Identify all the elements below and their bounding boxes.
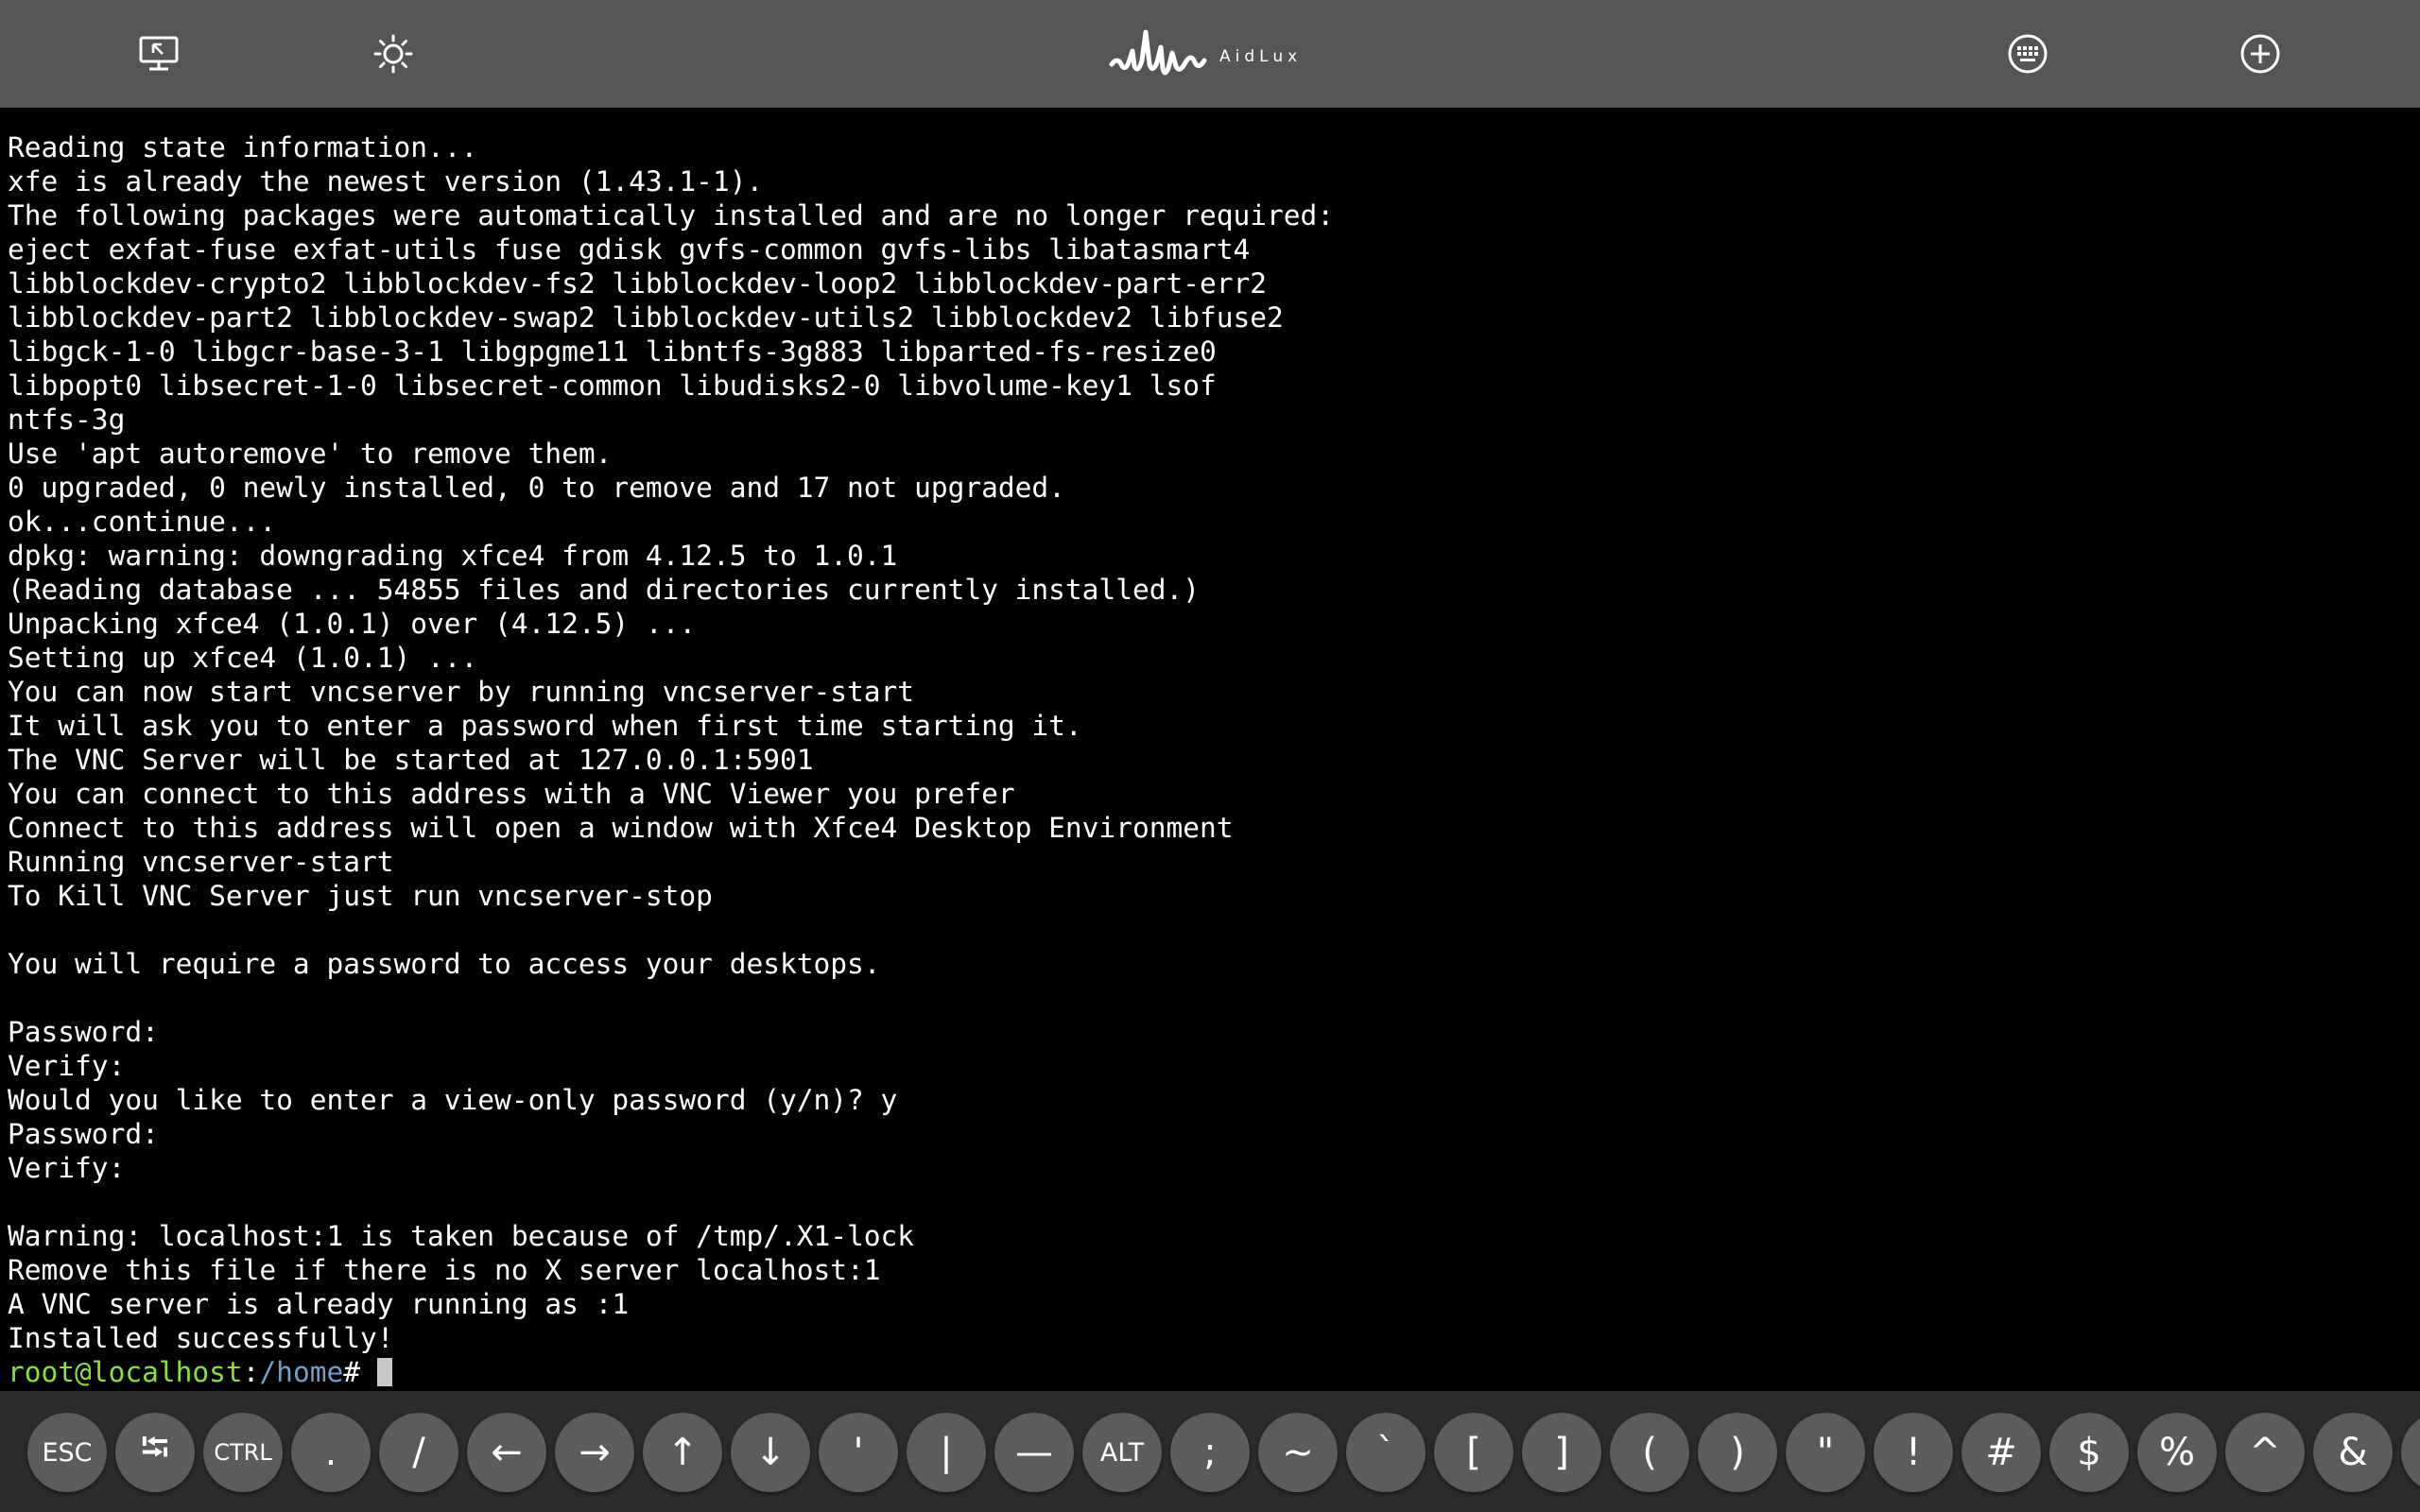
terminal-line: A VNC server is already running as :1 bbox=[8, 1288, 630, 1320]
terminal-line: Installed successfully! bbox=[8, 1322, 394, 1354]
terminal-line: To Kill VNC Server just run vncserver-st… bbox=[8, 880, 713, 912]
terminal-line: Verify: bbox=[8, 1050, 126, 1082]
key-left-bracket[interactable]: [ bbox=[1434, 1413, 1513, 1492]
terminal-line: You can connect to this address with a V… bbox=[8, 778, 1015, 810]
prompt-symbol: # bbox=[343, 1356, 360, 1388]
key-up-arrow[interactable]: ↑ bbox=[643, 1413, 722, 1492]
terminal-line: ntfs-3g bbox=[8, 404, 126, 436]
key-alt[interactable]: ALT bbox=[1082, 1413, 1162, 1492]
terminal-line: You will require a password to access yo… bbox=[8, 948, 881, 980]
key-esc[interactable]: ESC bbox=[27, 1413, 107, 1492]
terminal-line: Warning: localhost:1 is taken because of… bbox=[8, 1220, 915, 1252]
top-toolbar: AidLux bbox=[0, 0, 2420, 108]
key-percent[interactable]: % bbox=[2137, 1413, 2217, 1492]
key-left-arrow[interactable]: ← bbox=[467, 1413, 546, 1492]
key-right-bracket[interactable]: ] bbox=[1522, 1413, 1601, 1492]
key-period[interactable]: . bbox=[291, 1413, 371, 1492]
terminal-line: Setting up xfce4 (1.0.1) ... bbox=[8, 642, 478, 674]
key-double-quote[interactable]: " bbox=[1786, 1413, 1865, 1492]
terminal-line: Connect to this address will open a wind… bbox=[8, 812, 1234, 844]
key-pipe[interactable]: | bbox=[907, 1413, 986, 1492]
terminal-line: Password: bbox=[8, 1118, 159, 1150]
terminal-line: You can now start vncserver by running v… bbox=[8, 676, 915, 708]
terminal-line: 0 upgraded, 0 newly installed, 0 to remo… bbox=[8, 472, 1065, 504]
terminal-line: Password: bbox=[8, 1016, 159, 1048]
terminal-line: It will ask you to enter a password when… bbox=[8, 710, 1082, 742]
key-ctrl[interactable]: CTRL bbox=[203, 1413, 283, 1492]
terminal-line: The VNC Server will be started at 127.0.… bbox=[8, 744, 814, 776]
aidlux-logo: AidLux bbox=[1108, 25, 1316, 83]
key-backtick[interactable]: ` bbox=[1346, 1413, 1426, 1492]
terminal-line: xfe is already the newest version (1.43.… bbox=[8, 165, 764, 198]
brightness-icon[interactable] bbox=[363, 24, 424, 84]
terminal-lines: Reading state information... xfe is alrea… bbox=[8, 130, 1334, 1389]
key-caret[interactable]: ^ bbox=[2225, 1413, 2305, 1492]
key-right-arrow[interactable]: → bbox=[555, 1413, 634, 1492]
key-semicolon[interactable]: ; bbox=[1170, 1413, 1250, 1492]
add-circle-icon[interactable] bbox=[2230, 24, 2290, 84]
terminal-line: eject exfat-fuse exfat-utils fuse gdisk … bbox=[8, 233, 1251, 266]
terminal-line: Verify: bbox=[8, 1152, 126, 1184]
key-tilde[interactable]: ~ bbox=[1258, 1413, 1338, 1492]
key-asterisk[interactable]: * bbox=[2401, 1413, 2420, 1492]
terminal-line: Reading state information... bbox=[8, 131, 478, 163]
terminal-line: libblockdev-crypto2 libblockdev-fs2 libb… bbox=[8, 267, 1268, 300]
key-down-arrow[interactable]: ↓ bbox=[731, 1413, 810, 1492]
key-right-paren[interactable]: ) bbox=[1698, 1413, 1777, 1492]
extra-keys-bar: ESC⭾CTRL./←→↑↓'|—ALT;~`[]()"!#$%^&* bbox=[0, 1391, 2420, 1512]
key-ampersand[interactable]: & bbox=[2313, 1413, 2393, 1492]
terminal-line: (Reading database ... 54855 files and di… bbox=[8, 574, 1200, 606]
terminal-line: Remove this file if there is no X server… bbox=[8, 1254, 881, 1286]
key-single-quote[interactable]: ' bbox=[819, 1413, 898, 1492]
terminal-line: dpkg: warning: downgrading xfce4 from 4.… bbox=[8, 540, 898, 572]
screen-cursor-icon[interactable] bbox=[129, 24, 189, 84]
key-left-paren[interactable]: ( bbox=[1610, 1413, 1689, 1492]
terminal-line: Use 'apt autoremove' to remove them. bbox=[8, 438, 613, 470]
key-hash[interactable]: # bbox=[1962, 1413, 2041, 1492]
key-dash[interactable]: — bbox=[994, 1413, 1074, 1492]
key-tab[interactable]: ⭾ bbox=[115, 1413, 195, 1492]
terminal-line: Would you like to enter a view-only pass… bbox=[8, 1084, 898, 1116]
terminal-line: libgck-1-0 libgcr-base-3-1 libgpgme11 li… bbox=[8, 335, 1217, 368]
aidlux-logo-mark bbox=[1109, 29, 1207, 76]
terminal-line: ok...continue... bbox=[8, 506, 277, 538]
prompt-path: /home bbox=[259, 1356, 344, 1388]
terminal-line: Unpacking xfce4 (1.0.1) over (4.12.5) ..… bbox=[8, 608, 697, 640]
key-exclamation[interactable]: ! bbox=[1874, 1413, 1953, 1492]
terminal-line: libblockdev-part2 libblockdev-swap2 libb… bbox=[8, 301, 1284, 334]
prompt-separator: : bbox=[242, 1356, 260, 1388]
keyboard-icon[interactable] bbox=[1997, 24, 2058, 84]
prompt-user: root@localhost bbox=[8, 1356, 243, 1388]
terminal-line: libpopt0 libsecret-1-0 libsecret-common … bbox=[8, 369, 1217, 402]
key-slash[interactable]: / bbox=[379, 1413, 458, 1492]
key-dollar[interactable]: $ bbox=[2049, 1413, 2129, 1492]
terminal-line: Running vncserver-start bbox=[8, 846, 394, 878]
terminal-cursor bbox=[377, 1358, 392, 1386]
terminal-line: The following packages were automaticall… bbox=[8, 199, 1335, 232]
terminal-output[interactable]: Reading state information... xfe is alrea… bbox=[0, 108, 2420, 1391]
terminal-prompt[interactable]: root@localhost:/home # bbox=[8, 1355, 1334, 1389]
brand-name: AidLux bbox=[1219, 47, 1303, 66]
